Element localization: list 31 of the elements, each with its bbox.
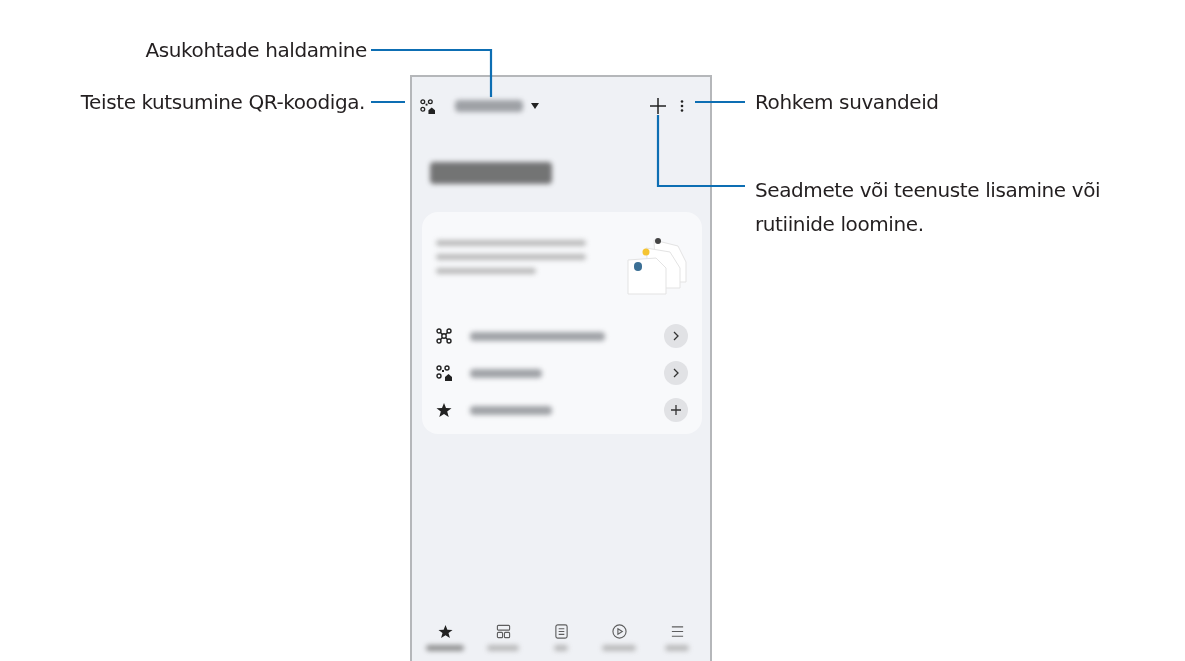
chevron-right-icon xyxy=(673,331,679,341)
plus-icon xyxy=(671,405,681,415)
caret-icon xyxy=(531,103,539,109)
blurred-text xyxy=(426,645,464,651)
blurred-text xyxy=(487,645,519,651)
callout-label: Teiste kutsumine QR-koodiga. xyxy=(79,89,365,116)
star-icon xyxy=(436,402,452,418)
add-button[interactable] xyxy=(664,398,688,422)
next-button[interactable] xyxy=(664,361,688,385)
blurred-text xyxy=(554,645,568,651)
callout-label: Asukohtade haldamine xyxy=(144,37,367,64)
next-button[interactable] xyxy=(664,324,688,348)
blurred-text xyxy=(665,645,689,651)
document-icon[interactable] xyxy=(553,624,569,639)
menu-icon[interactable] xyxy=(669,624,685,639)
network-icon xyxy=(436,328,452,344)
blurred-text xyxy=(602,645,636,651)
add-icon xyxy=(650,98,666,114)
leader-line xyxy=(371,100,405,104)
grid-icon[interactable] xyxy=(495,624,511,639)
more-options-icon xyxy=(680,100,684,112)
callout-label: Seadmete või teenuste lisamine või rutiinide loomine. xyxy=(755,177,1102,238)
chevron-right-icon xyxy=(673,368,679,378)
leader-line xyxy=(695,100,745,104)
qr-code-icon xyxy=(436,365,452,381)
qr-code-icon xyxy=(420,98,435,114)
star-icon[interactable] xyxy=(437,624,453,639)
play-icon[interactable] xyxy=(611,624,627,639)
blurred-text xyxy=(455,100,523,112)
callout-label: Rohkem suvandeid xyxy=(755,89,940,116)
blurred-text xyxy=(470,368,542,378)
